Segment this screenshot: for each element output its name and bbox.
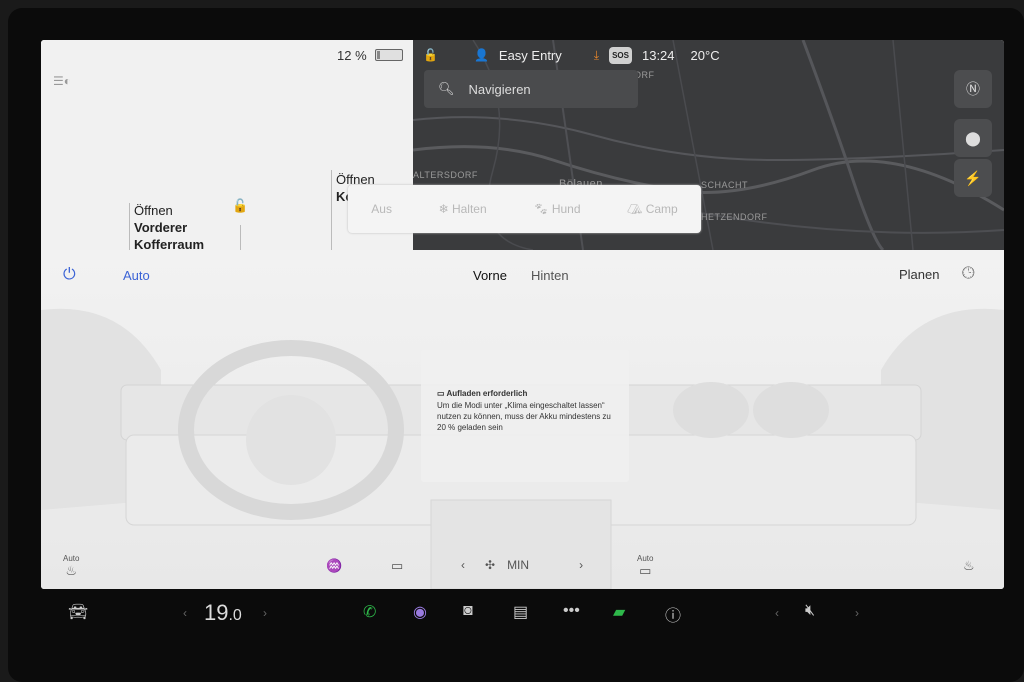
profile-name[interactable]: Easy Entry bbox=[499, 48, 562, 63]
battery-icon bbox=[374, 49, 403, 61]
lightning-icon: ⚡ bbox=[964, 169, 982, 186]
compass-icon: Ⓝ bbox=[966, 81, 980, 97]
driver-seat-heater[interactable]: Auto ♨ bbox=[63, 554, 79, 579]
temp-decrease-icon[interactable]: ‹ bbox=[183, 606, 187, 620]
lock-icon[interactable]: 🔓 bbox=[232, 198, 248, 214]
map-place-label: HETZENDORF bbox=[701, 212, 768, 222]
tab-front[interactable]: Vorne bbox=[473, 268, 507, 283]
clock-time: 13:24 bbox=[641, 47, 675, 63]
front-trunk-button[interactable]: Öffnen Vorderer Kofferraum bbox=[134, 202, 204, 253]
profile-icon[interactable]: 👤 bbox=[474, 48, 489, 62]
fan-speed-value: MIN bbox=[507, 558, 530, 572]
trunk-divider bbox=[331, 170, 332, 250]
map-place-label: SCHACHT bbox=[701, 180, 749, 190]
front-defrost-icon[interactable]: ▭ bbox=[391, 558, 403, 574]
location-pin-icon: ⬤ bbox=[965, 129, 981, 146]
download-icon[interactable]: ⤓ bbox=[594, 48, 599, 63]
cabin-temperature[interactable]: 19.0 bbox=[204, 600, 242, 626]
search-icon: 🔍︎ bbox=[438, 81, 455, 96]
temp-increase-icon[interactable]: › bbox=[263, 606, 267, 620]
fan-speed-control: ‹ ✣ MIN › bbox=[461, 558, 583, 572]
seat-heat-icon: ♨ bbox=[65, 563, 78, 578]
status-bar-right: 🔓 👤 Easy Entry ⤓ SOS 13:24 20°C bbox=[423, 43, 720, 67]
trunk-divider bbox=[129, 203, 130, 250]
volume-decrease-icon[interactable]: ‹ bbox=[775, 606, 779, 620]
notice-title: ▭ Aufladen erforderlich bbox=[437, 389, 528, 398]
charging-required-notice: ▭ Aufladen erforderlich Um die Modi unte… bbox=[421, 350, 629, 482]
camera-icon[interactable]: ◉ bbox=[413, 602, 427, 622]
headlight-icon[interactable]: ☰◐ bbox=[53, 74, 71, 88]
outside-temperature: 20°C bbox=[690, 47, 720, 63]
energy-icon[interactable]: ▰ bbox=[613, 602, 625, 622]
airflow-mode[interactable]: Auto ▭ bbox=[637, 554, 653, 579]
pin-button[interactable]: ⬤ bbox=[954, 119, 992, 157]
schedule-button[interactable]: Planen bbox=[899, 267, 939, 282]
sos-icon[interactable]: SOS bbox=[609, 46, 632, 64]
volume-increase-icon[interactable]: › bbox=[855, 606, 859, 620]
compass-button[interactable]: Ⓝ bbox=[954, 70, 992, 108]
search-placeholder: Navigieren bbox=[468, 81, 531, 97]
climate-panel: ⏻ Auto Vorne Hinten Planen 🕒︎ ▭ Aufladen… bbox=[41, 250, 1004, 589]
car-icon[interactable]: 🚘︎ bbox=[68, 602, 88, 622]
power-icon[interactable]: ⏻ bbox=[63, 266, 76, 284]
fan-icon: ✣ bbox=[485, 558, 496, 572]
mode-off[interactable]: Aus bbox=[371, 202, 392, 216]
status-bar-left: 12 % bbox=[337, 43, 403, 67]
mode-keep[interactable]: ❄︎ Halten bbox=[439, 202, 487, 216]
airflow-icon: ▭ bbox=[639, 563, 652, 578]
notes-icon[interactable]: ▤ bbox=[513, 602, 528, 622]
map-place-label: ALTERSDORF bbox=[413, 170, 478, 180]
info-icon[interactable]: ⓘ bbox=[665, 602, 681, 626]
bottom-dock: 🚘︎ ‹ 19.0 › ✆ ◉ ◙ ▤ ••• ▰ ⓘ ‹ 🔇︎ › bbox=[41, 594, 1004, 638]
mode-camp[interactable]: ⛺︎ Camp bbox=[627, 202, 678, 216]
trunk-divider bbox=[240, 225, 241, 250]
volume-mute-icon[interactable]: 🔇︎ bbox=[805, 602, 815, 620]
touchscreen: ☰◐ Öffnen Vorderer Kofferraum 🔓 Öffnen K… bbox=[41, 40, 1004, 589]
lock-open-icon[interactable]: 🔓 bbox=[423, 48, 438, 62]
more-apps-icon[interactable]: ••• bbox=[563, 602, 580, 620]
phone-icon[interactable]: ✆ bbox=[363, 602, 376, 622]
navigation-search[interactable]: 🔍︎ Navigieren bbox=[424, 70, 638, 108]
clock-icon[interactable]: 🕒︎ bbox=[962, 265, 975, 283]
battery-percent: 12 % bbox=[337, 47, 367, 63]
passenger-seat-heat-icon[interactable]: ♨ bbox=[963, 558, 975, 574]
rear-defrost-icon[interactable]: ♒ bbox=[326, 558, 342, 574]
dashcam-icon[interactable]: ◙ bbox=[463, 602, 473, 620]
tab-rear[interactable]: Hinten bbox=[531, 268, 569, 283]
climate-keep-mode-bar: Aus ❄︎ Halten 🐾︎ Hund ⛺︎ Camp bbox=[348, 185, 701, 233]
charging-button[interactable]: ⚡ bbox=[954, 159, 992, 197]
mode-dog[interactable]: 🐾︎ Hund bbox=[533, 202, 580, 216]
battery-fill bbox=[376, 51, 380, 59]
notice-body: Um die Modi unter „Klima eingeschaltet l… bbox=[437, 401, 611, 432]
fan-decrease-icon[interactable]: ‹ bbox=[461, 558, 465, 572]
auto-button[interactable]: Auto bbox=[123, 268, 150, 283]
fan-increase-icon[interactable]: › bbox=[579, 558, 583, 572]
